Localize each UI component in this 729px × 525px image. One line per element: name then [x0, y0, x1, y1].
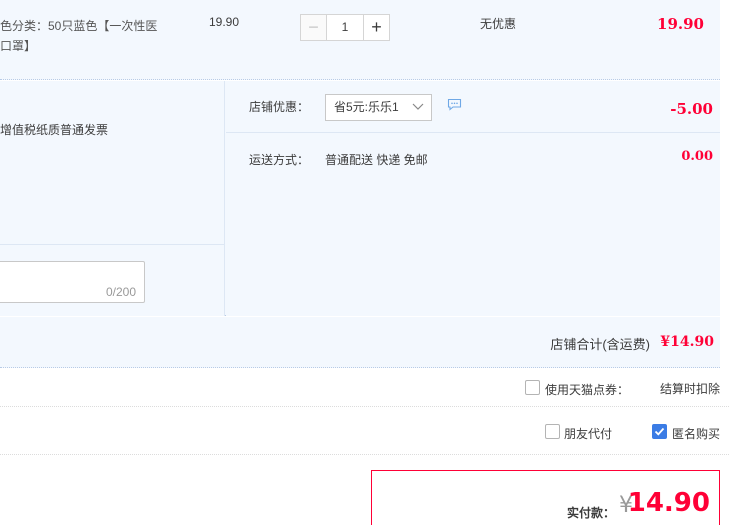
final-payment-amount: 14.90	[627, 488, 710, 518]
invoice-type: 增值税纸质普通发票	[0, 123, 109, 137]
store-discount-label: 店铺优惠：	[249, 100, 310, 114]
quantity-decrease-button[interactable]: −	[300, 14, 327, 41]
buyer-memo-input[interactable]: 0/200	[0, 261, 145, 303]
store-total-row: 店铺合计(含运费) ¥14.90	[0, 317, 720, 368]
chat-bubble-icon[interactable]	[447, 98, 462, 111]
shipping-method: 普通配送 快递 免邮	[325, 153, 428, 167]
store-discount-amount: -5.00	[670, 100, 713, 118]
final-payment-label: 实付款：	[566, 506, 615, 520]
order-details: 增值税纸质普通发票 0/200 店铺优惠： 省5元:乐乐1 -5.00 运送方式…	[0, 81, 720, 316]
item-promo-text: 无优惠	[480, 17, 517, 31]
item-sku-line1: 色分类：50只蓝色【一次性医	[0, 19, 158, 33]
item-sku-line2: 口罩】	[0, 39, 37, 53]
store-discount-select[interactable]: 省5元:乐乐1	[325, 94, 432, 121]
memo-char-counter: 0/200	[105, 285, 136, 299]
order-right-pane: 店铺优惠： 省5元:乐乐1 -5.00 运送方式： 普通配送 快递 免邮 0.0…	[226, 81, 720, 316]
payment-options-row: 朋友代付 匿名购买	[0, 407, 729, 455]
store-total-value: ¥14.90	[660, 334, 714, 350]
shipping-label: 运送方式：	[249, 153, 310, 167]
quantity-increase-button[interactable]: +	[363, 14, 390, 41]
coupon-label: 使用天猫点券：	[545, 383, 630, 397]
item-sku-info: 色分类：50只蓝色【一次性医 口罩】	[0, 16, 170, 56]
store-total-label: 店铺合计(含运费)	[550, 337, 650, 352]
anonymous-checkbox[interactable]	[652, 424, 667, 439]
item-unit-price: 19.90	[209, 15, 240, 29]
divider	[0, 244, 225, 245]
chevron-down-icon	[412, 103, 424, 110]
store-discount-selected: 省5元:乐乐1	[334, 100, 399, 114]
cart-item-row: 色分类：50只蓝色【一次性医 口罩】 19.90 − 1 + 无优惠 19.90	[0, 0, 720, 80]
order-left-pane: 增值税纸质普通发票 0/200	[0, 81, 225, 316]
shipping-fee: 0.00	[681, 149, 713, 164]
quantity-input[interactable]: 1	[326, 14, 364, 41]
anonymous-label: 匿名购买	[672, 427, 721, 441]
check-icon	[654, 427, 665, 436]
friend-pay-label: 朋友代付	[564, 427, 613, 441]
final-payment-box: 实付款： ¥ 14.90	[371, 470, 720, 525]
friend-pay-checkbox[interactable]	[545, 424, 560, 439]
divider	[226, 132, 720, 133]
coupon-note: 结算时扣除	[660, 382, 721, 396]
item-subtotal: 19.90	[657, 15, 704, 33]
coupon-checkbox[interactable]	[525, 380, 540, 395]
coupon-row: 使用天猫点券： 结算时扣除	[0, 368, 729, 407]
quantity-stepper: − 1 +	[300, 14, 390, 41]
